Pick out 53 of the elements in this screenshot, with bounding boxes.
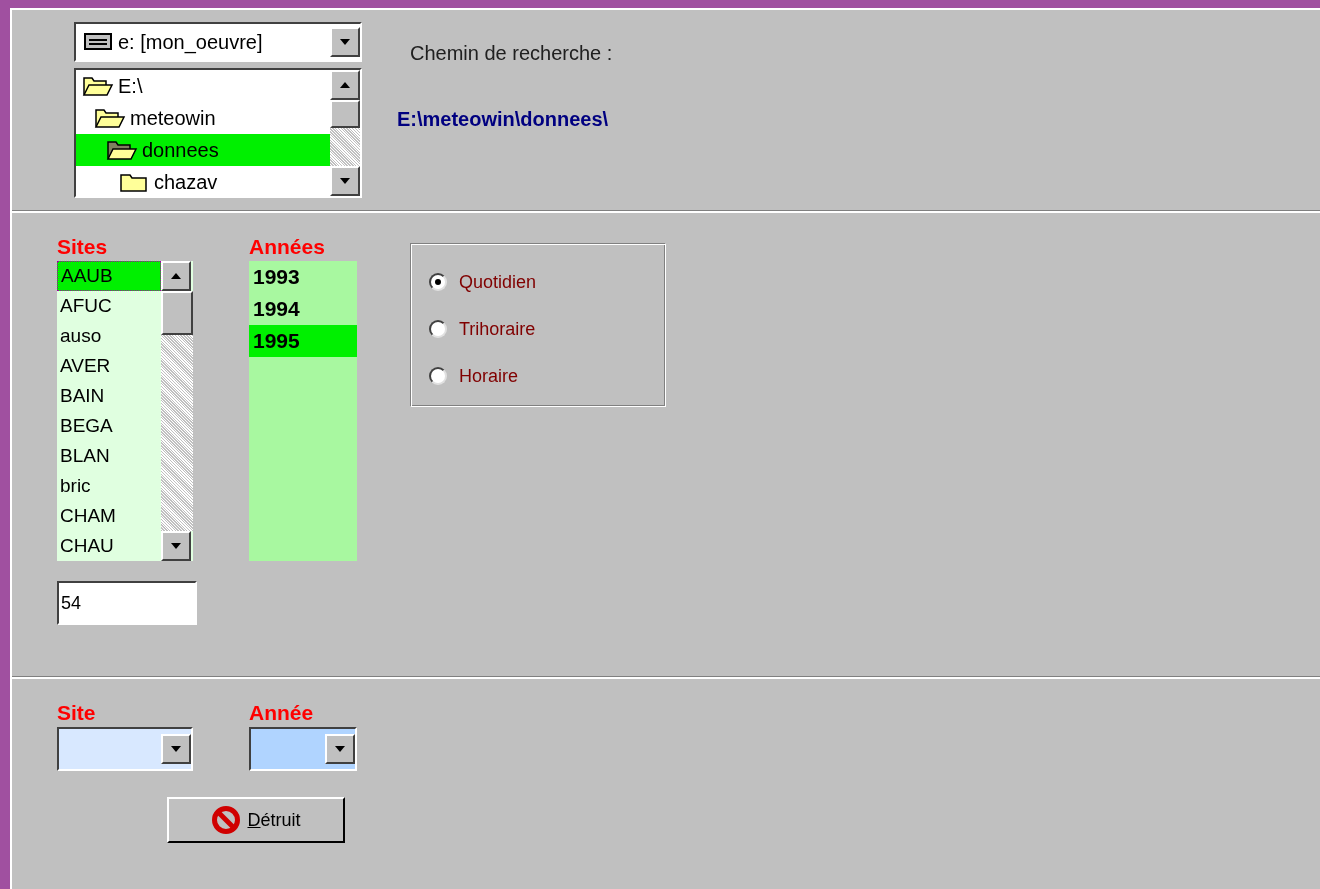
site-list-item[interactable]: AAUB — [57, 261, 161, 291]
radio-label[interactable]: Horaire — [459, 362, 519, 390]
down-triangle-icon — [170, 745, 182, 753]
site-select[interactable] — [57, 727, 193, 771]
folder-tree-item[interactable]: donnees — [76, 134, 330, 166]
year-list-item[interactable]: 1994 — [249, 293, 357, 325]
year-heading: Année — [249, 700, 315, 726]
scroll-thumb[interactable] — [330, 100, 360, 128]
search-path-label: Chemin de recherche : — [410, 41, 613, 66]
open-folder-icon — [106, 139, 138, 161]
open-folder-icon — [82, 75, 114, 97]
scroll-down-button[interactable] — [330, 166, 360, 196]
dropdown-arrow-button[interactable] — [325, 734, 355, 764]
year-select[interactable] — [249, 727, 357, 771]
folder-icon — [118, 171, 150, 193]
drive-select[interactable]: e: [mon_oeuvre] — [74, 22, 362, 62]
scroll-up-button[interactable] — [330, 70, 360, 100]
site-list-item[interactable]: bric — [57, 471, 161, 501]
delete-button[interactable]: Détruit — [167, 797, 345, 843]
up-triangle-icon — [339, 81, 351, 89]
year-list-item[interactable]: 1995 — [249, 325, 357, 357]
down-triangle-icon — [339, 38, 351, 46]
radio-button[interactable] — [429, 367, 447, 385]
site-list-item[interactable]: BLAN — [57, 441, 161, 471]
radio-label[interactable]: Quotidien — [459, 268, 537, 296]
site-count-field[interactable]: 54 — [57, 581, 197, 625]
site-list-item[interactable]: CHAU — [57, 531, 161, 561]
up-triangle-icon — [170, 272, 182, 280]
radio-button[interactable] — [429, 320, 447, 338]
scroll-down-button[interactable] — [161, 531, 191, 561]
site-list-item[interactable]: BAIN — [57, 381, 161, 411]
down-triangle-icon — [339, 177, 351, 185]
drive-icon — [84, 33, 114, 51]
site-heading: Site — [57, 700, 97, 726]
open-folder-icon — [94, 107, 126, 129]
site-list-item[interactable]: auso — [57, 321, 161, 351]
radio-button[interactable] — [429, 273, 447, 291]
years-heading: Années — [249, 234, 326, 260]
down-triangle-icon — [170, 542, 182, 550]
dropdown-arrow-button[interactable] — [330, 27, 360, 57]
down-triangle-icon — [334, 745, 346, 753]
prohibited-icon — [211, 805, 242, 835]
site-list-item[interactable]: AVER — [57, 351, 161, 381]
sites-heading: Sites — [57, 234, 109, 260]
year-list-item[interactable]: 1993 — [249, 261, 357, 293]
site-list-item[interactable]: BEGA — [57, 411, 161, 441]
search-path-value: E:\meteowin\donnees\ — [397, 107, 610, 132]
dropdown-arrow-button[interactable] — [161, 734, 191, 764]
radio-label[interactable]: Trihoraire — [459, 315, 536, 343]
site-list-item[interactable]: CHAM — [57, 501, 161, 531]
scroll-thumb[interactable] — [161, 291, 193, 335]
site-list-item[interactable]: AFUC — [57, 291, 161, 321]
scroll-up-button[interactable] — [161, 261, 191, 291]
